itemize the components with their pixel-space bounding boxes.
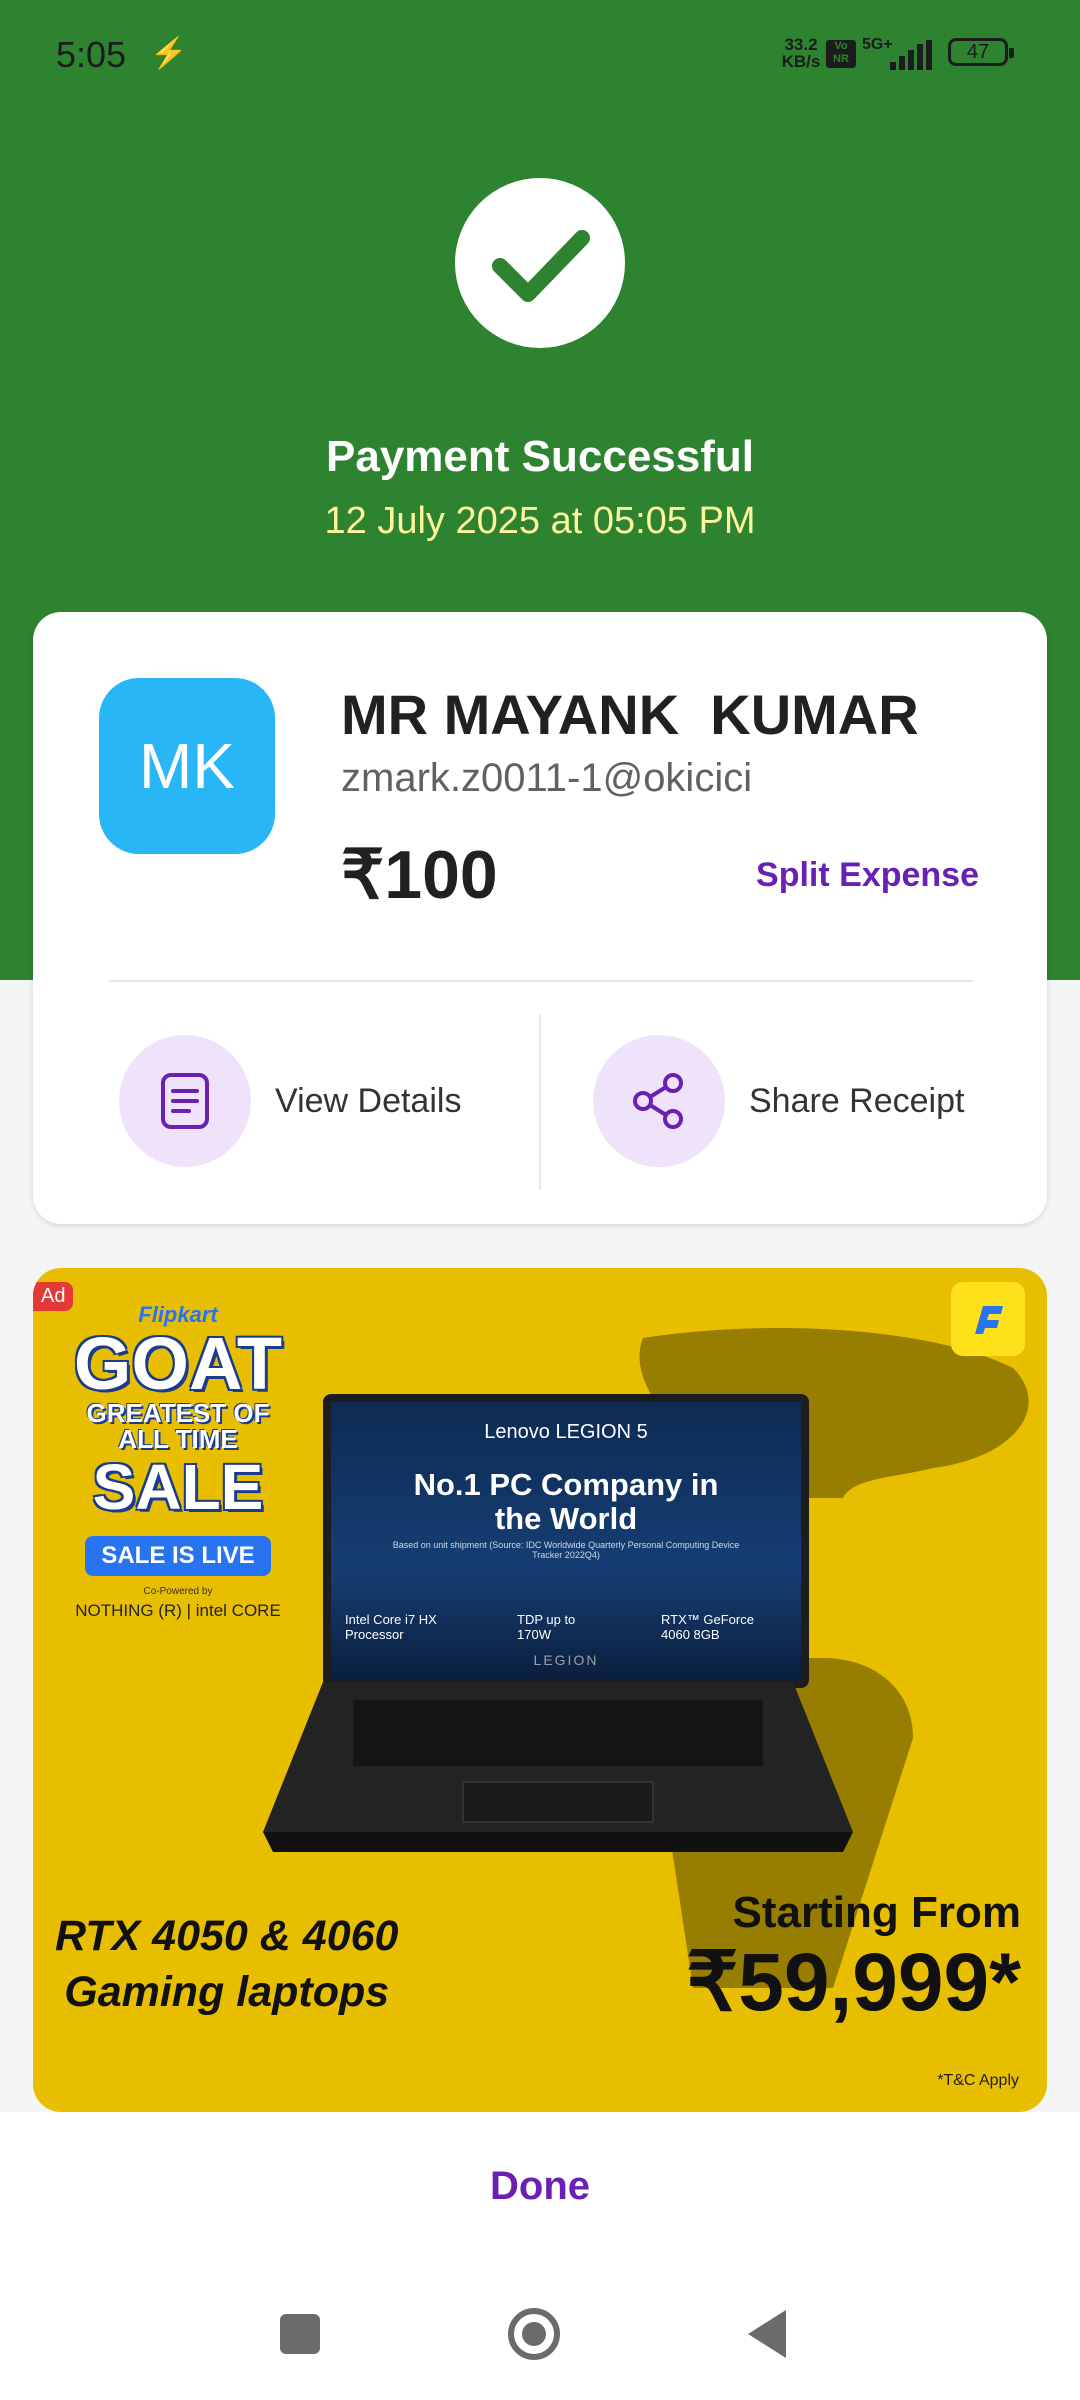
laptop-brand: Lenovo LEGION 5: [484, 1421, 648, 1443]
ad-price-block: Starting From ₹59,999*: [686, 1888, 1021, 2028]
recipient-upi-id: zmark.z0011-1@okicici: [341, 756, 753, 800]
recent-apps-icon[interactable]: [280, 2314, 320, 2354]
view-details-button[interactable]: View Details: [119, 1035, 462, 1167]
payment-datetime: 12 July 2025 at 05:05 PM: [324, 500, 756, 542]
goat-text: GOAT: [73, 1322, 283, 1405]
share-icon: [593, 1035, 725, 1167]
co-powered-label: Co-Powered by: [143, 1586, 213, 1597]
card-divider: [109, 980, 973, 982]
terms-label: *T&C Apply: [937, 2072, 1019, 2089]
status-bar: 5:05 ⚡ 33.2 KB/s Vo NR 5G+ 47: [0, 0, 1080, 110]
ad-left-line-1: RTX 4050 & 4060: [55, 1912, 399, 1960]
actions-divider: [539, 1014, 541, 1190]
network-type: 5G+: [862, 36, 893, 53]
home-icon[interactable]: [508, 2308, 560, 2360]
payment-details-card: MK MR MAYANK KUMAR zmark.z0011-1@okicici…: [33, 612, 1047, 1224]
ad-price: ₹59,999*: [686, 1937, 1021, 2028]
battery-icon: 47: [948, 38, 1014, 66]
starting-from-label: Starting From: [732, 1888, 1021, 1937]
success-check-badge: [455, 178, 625, 348]
sale-live-badge: SALE IS LIVE: [85, 1536, 271, 1576]
goat-sale-logo: Flipkart GOAT GREATEST OF ALL TIME SALE …: [63, 1302, 293, 1621]
share-receipt-button[interactable]: Share Receipt: [593, 1035, 965, 1167]
headline-source: Based on unit shipment (Source: IDC Worl…: [392, 1540, 740, 1560]
legion-label: LEGION: [533, 1652, 599, 1668]
share-receipt-label: Share Receipt: [749, 1081, 965, 1120]
payment-status-title: Payment Successful: [326, 432, 754, 481]
sale-text: SALE: [92, 1451, 264, 1523]
split-expense-button[interactable]: Split Expense: [756, 856, 979, 895]
check-icon: [492, 230, 590, 302]
ad-left-line-2: Gaming laptops: [64, 1968, 390, 2016]
flash-icon: ⚡: [150, 37, 188, 70]
flipkart-ad-banner[interactable]: Ad Flipkart GOAT GREATEST OF ALL TIME SA…: [33, 1268, 1047, 2112]
battery-level: 47: [966, 41, 990, 63]
laptop-keyboard-image: [263, 1682, 853, 1852]
ad-gpu-text: RTX 4050 & 4060 Gaming laptops: [55, 1908, 398, 2020]
spec-tdp: TDP up to 170W: [517, 1612, 576, 1642]
avatar: MK: [99, 678, 275, 854]
spec-cpu: Intel Core i7 HX Processor: [345, 1612, 437, 1642]
ad-headline: No.1 PC Company in the World: [413, 1467, 719, 1536]
payment-amount: ₹100: [341, 837, 498, 913]
network-speed: 33.2 KB/s: [781, 35, 821, 71]
partner-brands: NOTHING (R) | intel CORE: [75, 1601, 281, 1620]
signal-icon: [890, 40, 932, 70]
flipkart-logo-icon: [951, 1282, 1025, 1356]
spec-gpu: RTX™ GeForce 4060 8GB: [661, 1612, 754, 1642]
recipient-name: MR MAYANK KUMAR: [341, 683, 919, 746]
back-icon[interactable]: [748, 2310, 786, 2358]
done-button[interactable]: Done: [0, 2164, 1080, 2209]
goat-subtitle: GREATEST OF ALL TIME: [86, 1398, 270, 1454]
laptop-screen: Lenovo LEGION 5 No.1 PC Company in the W…: [323, 1394, 809, 1688]
status-time: 5:05: [56, 34, 127, 75]
document-icon: [119, 1035, 251, 1167]
volte-icon: Vo NR: [826, 40, 856, 68]
view-details-label: View Details: [275, 1081, 462, 1120]
